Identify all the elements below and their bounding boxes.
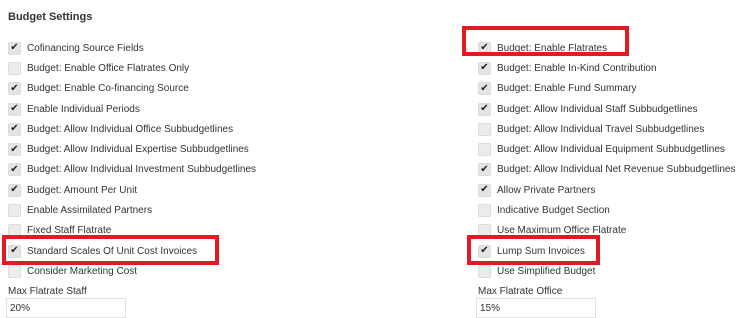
setting-label: Lump Sum Invoices: [497, 245, 585, 257]
checkbox[interactable]: ✔: [478, 102, 491, 116]
setting-label: Budget: Allow Individual Staff Subbudget…: [497, 103, 698, 115]
setting-row-cofinancing-source-fields[interactable]: ✔ Cofinancing Source Fields: [8, 38, 256, 58]
setting-label: Budget: Allow Individual Net Revenue Sub…: [497, 164, 736, 176]
checkbox[interactable]: ✔: [8, 82, 21, 96]
setting-row-lump-sum-invoices[interactable]: ✔ Lump Sum Invoices: [478, 241, 736, 261]
checkbox[interactable]: [8, 224, 21, 238]
checkbox[interactable]: [478, 224, 491, 238]
setting-row-use-maximum-office-flatrate[interactable]: Use Maximum Office Flatrate: [478, 221, 736, 241]
setting-row-consider-marketing-cost[interactable]: Consider Marketing Cost: [8, 261, 256, 281]
setting-row-individual-expertise-subbudgetlines[interactable]: ✔ Budget: Allow Individual Expertise Subb…: [8, 139, 256, 159]
checkbox[interactable]: ✔: [478, 82, 491, 96]
setting-label: Enable Assimilated Partners: [27, 205, 153, 217]
setting-row-use-simplified-budget[interactable]: Use Simplified Budget: [478, 261, 736, 281]
checkbox[interactable]: ✔: [478, 61, 491, 75]
setting-row-fixed-staff-flatrate[interactable]: Fixed Staff Flatrate: [8, 221, 256, 241]
checkbox[interactable]: ✔: [478, 163, 491, 177]
setting-row-individual-equipment-subbudgetlines[interactable]: Budget: Allow Individual Equipment Subbu…: [478, 139, 736, 159]
setting-label: Budget: Enable Flatrates: [497, 42, 608, 54]
checkbox[interactable]: [8, 204, 21, 218]
setting-label: Budget: Enable Office Flatrates Only: [27, 62, 190, 74]
checkbox[interactable]: [478, 122, 491, 136]
setting-label: Budget: Enable In-Kind Contribution: [497, 62, 657, 74]
checkbox[interactable]: [478, 204, 491, 218]
checkbox[interactable]: [478, 143, 491, 157]
checkbox[interactable]: [8, 264, 21, 278]
checkbox[interactable]: [478, 264, 491, 278]
setting-label: Enable Individual Periods: [27, 103, 140, 115]
setting-label: Allow Private Partners: [497, 184, 596, 196]
setting-label: Fixed Staff Flatrate: [27, 225, 112, 237]
setting-label: Consider Marketing Cost: [27, 265, 138, 277]
setting-label: Budget: Allow Individual Expertise Subbu…: [27, 144, 249, 156]
setting-row-individual-net-revenue-subbudgetlines[interactable]: ✔ Budget: Allow Individual Net Revenue Su…: [478, 160, 736, 180]
setting-row-enable-in-kind-contribution[interactable]: ✔ Budget: Enable In-Kind Contribution: [478, 58, 736, 78]
setting-row-indicative-budget-section[interactable]: Indicative Budget Section: [478, 200, 736, 220]
checkbox[interactable]: ✔: [8, 102, 21, 116]
max-flatrate-staff-label: Max Flatrate Staff: [8, 286, 87, 297]
setting-row-enable-co-financing-source[interactable]: ✔ Budget: Enable Co-financing Source: [8, 79, 256, 99]
checkbox[interactable]: ✔: [478, 244, 491, 258]
checkbox[interactable]: ✔: [8, 41, 21, 55]
setting-label: Standard Scales Of Unit Cost Invoices: [27, 245, 198, 257]
setting-row-standard-scales-unit-cost-invoices[interactable]: ✔ Standard Scales Of Unit Cost Invoices: [8, 241, 256, 261]
checkbox[interactable]: [8, 61, 21, 75]
setting-label: Use Maximum Office Flatrate: [497, 225, 627, 237]
setting-label: Budget: Enable Co-financing Source: [27, 83, 189, 95]
setting-label: Budget: Amount Per Unit: [27, 184, 138, 196]
setting-label: Use Simplified Budget: [497, 265, 596, 277]
setting-row-enable-individual-periods[interactable]: ✔ Enable Individual Periods: [8, 99, 256, 119]
setting-label: Cofinancing Source Fields: [27, 42, 144, 54]
setting-label: Budget: Allow Individual Investment Subb…: [27, 164, 257, 176]
setting-row-enable-fund-summary[interactable]: ✔ Budget: Enable Fund Summary: [478, 79, 736, 99]
setting-row-individual-investment-subbudgetlines[interactable]: ✔ Budget: Allow Individual Investment Sub…: [8, 160, 256, 180]
setting-label: Budget: Enable Fund Summary: [497, 83, 637, 95]
max-flatrate-office-label: Max Flatrate Office: [478, 286, 563, 297]
checkbox[interactable]: ✔: [478, 41, 491, 55]
checkbox[interactable]: ✔: [8, 122, 21, 136]
setting-label: Budget: Allow Individual Equipment Subbu…: [497, 144, 725, 156]
setting-row-individual-staff-subbudgetlines[interactable]: ✔ Budget: Allow Individual Staff Subbudge…: [478, 99, 736, 119]
right-settings-column: ✔ Budget: Enable Flatrates ✔ Budget: Enabl…: [478, 38, 736, 282]
checkbox[interactable]: ✔: [8, 183, 21, 197]
setting-row-enable-office-flatrates-only[interactable]: Budget: Enable Office Flatrates Only: [8, 58, 256, 78]
page-title: Budget Settings: [8, 11, 93, 23]
setting-row-individual-travel-subbudgetlines[interactable]: Budget: Allow Individual Travel Subbudge…: [478, 119, 736, 139]
max-flatrate-staff-input[interactable]: 20%: [6, 298, 126, 318]
setting-row-individual-office-subbudgetlines[interactable]: ✔ Budget: Allow Individual Office Subbudg…: [8, 119, 256, 139]
checkbox[interactable]: ✔: [8, 163, 21, 177]
setting-row-enable-flatrates[interactable]: ✔ Budget: Enable Flatrates: [478, 38, 736, 58]
checkbox[interactable]: ✔: [8, 244, 21, 258]
setting-label: Budget: Allow Individual Travel Subbudge…: [497, 123, 705, 135]
max-flatrate-office-input[interactable]: 15%: [476, 298, 596, 318]
checkbox[interactable]: ✔: [478, 183, 491, 197]
setting-row-amount-per-unit[interactable]: ✔ Budget: Amount Per Unit: [8, 180, 256, 200]
setting-row-allow-private-partners[interactable]: ✔ Allow Private Partners: [478, 180, 736, 200]
setting-label: Indicative Budget Section: [497, 205, 610, 217]
setting-label: Budget: Allow Individual Office Subbudge…: [27, 123, 234, 135]
checkbox[interactable]: ✔: [8, 143, 21, 157]
left-settings-column: ✔ Cofinancing Source Fields Budget: Enabl…: [8, 38, 256, 282]
setting-row-enable-assimilated-partners[interactable]: Enable Assimilated Partners: [8, 200, 256, 220]
